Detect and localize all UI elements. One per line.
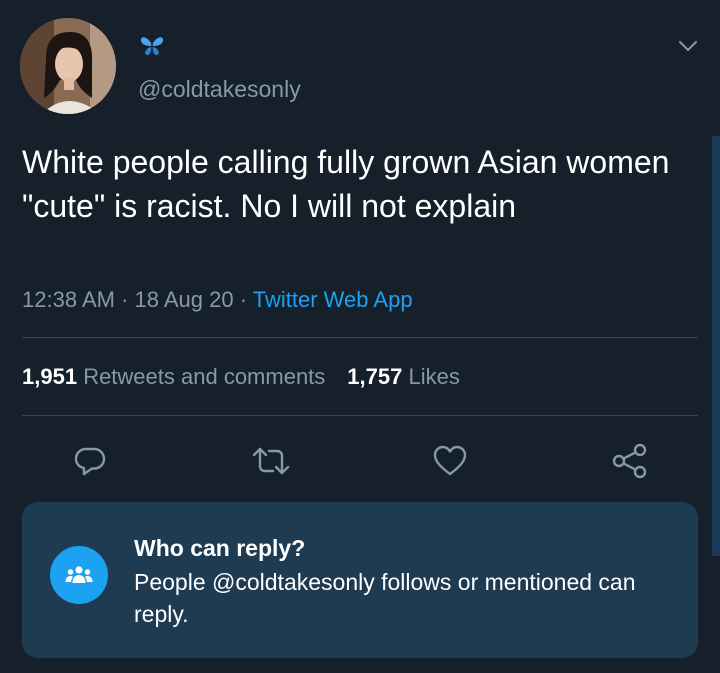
divider bbox=[22, 415, 698, 416]
retweets-stat[interactable]: 1,951 Retweets and comments bbox=[22, 364, 325, 389]
retweet-icon bbox=[252, 447, 290, 475]
tweet-text: White people calling fully grown Asian w… bbox=[22, 144, 670, 224]
scroll-indicator bbox=[712, 136, 720, 556]
share-icon bbox=[612, 443, 647, 479]
retweet-button[interactable] bbox=[251, 441, 291, 481]
likes-stat[interactable]: 1,757 Likes bbox=[347, 364, 460, 389]
heart-icon bbox=[433, 445, 467, 476]
reply-icon bbox=[74, 447, 106, 476]
chevron-down-icon[interactable] bbox=[676, 34, 700, 58]
who-can-reply-body: People @coldtakesonly follows or mention… bbox=[134, 569, 636, 627]
likes-label: Likes bbox=[408, 364, 460, 389]
people-icon bbox=[50, 546, 108, 604]
reply-button[interactable] bbox=[70, 441, 110, 481]
tweet-time: 12:38 AM bbox=[22, 287, 115, 312]
user-handle[interactable]: @coldtakesonly bbox=[138, 76, 301, 103]
tweet-meta: 12:38 AM · 18 Aug 20 · Twitter Web App bbox=[22, 287, 413, 313]
likes-count: 1,757 bbox=[347, 364, 403, 389]
tweet-source-link[interactable]: Twitter Web App bbox=[253, 287, 413, 312]
divider bbox=[22, 337, 698, 338]
butterfly-icon bbox=[139, 34, 165, 58]
avatar[interactable] bbox=[20, 18, 116, 114]
retweets-label: Retweets and comments bbox=[83, 364, 326, 389]
tweet-date: 18 Aug 20 bbox=[134, 287, 234, 312]
who-can-reply-title: Who can reply? bbox=[134, 535, 306, 561]
tweet-detail-screen: @coldtakesonly White people calling full… bbox=[0, 0, 720, 673]
tweet-stats: 1,951 Retweets and comments 1,757 Likes bbox=[22, 364, 460, 390]
retweets-count: 1,951 bbox=[22, 364, 78, 389]
who-can-reply-card: Who can reply? People @coldtakesonly fol… bbox=[22, 502, 698, 658]
meta-separator: · bbox=[233, 287, 253, 312]
meta-separator: · bbox=[114, 287, 135, 312]
share-button[interactable] bbox=[610, 441, 650, 481]
like-button[interactable] bbox=[430, 441, 470, 481]
